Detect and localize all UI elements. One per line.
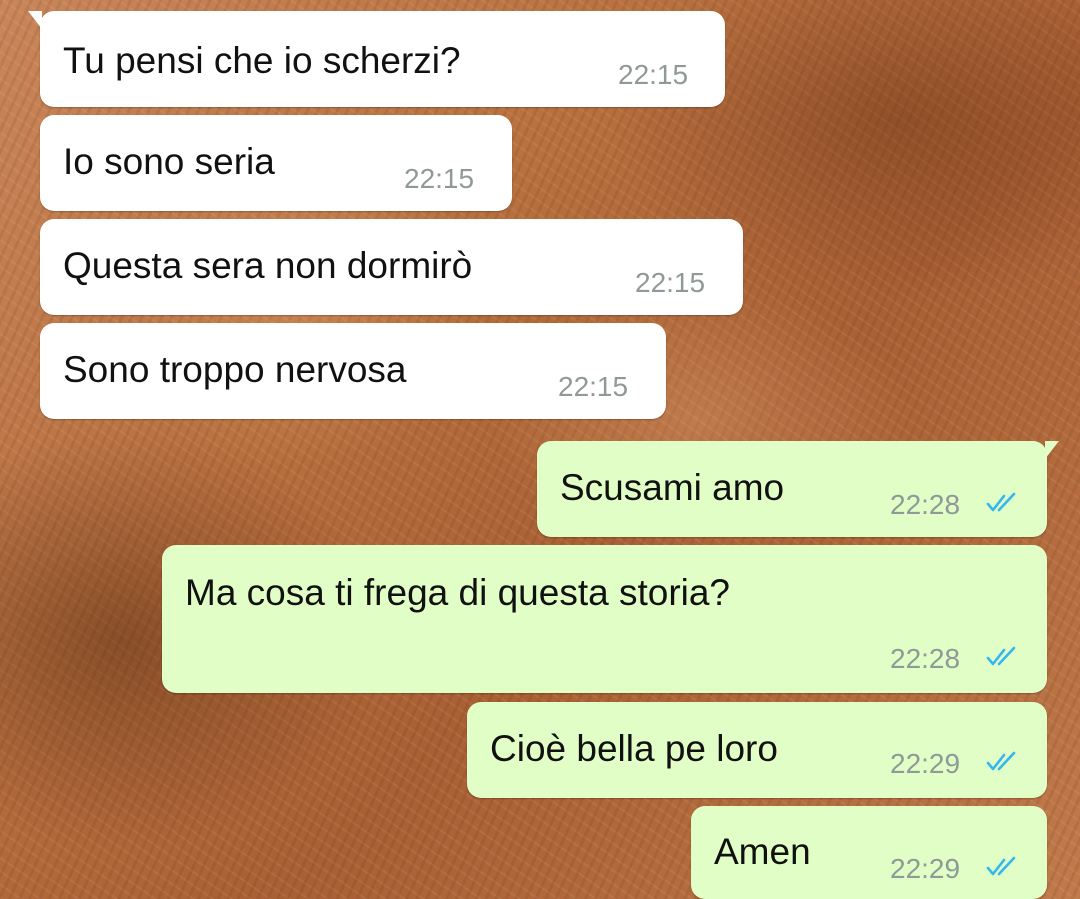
message-bubble-incoming[interactable]: Tu pensi che io scherzi? 22:15 [28,11,725,107]
message-timestamp: 22:15 [618,59,689,90]
message-timestamp: 22:15 [404,163,475,194]
double-check-icon [986,751,1016,771]
message-text: Questa sera non dormirò [63,245,473,286]
message-text: Amen [714,831,811,872]
message-timestamp: 22:15 [558,371,629,402]
message-timestamp: 22:15 [635,267,706,298]
message-timestamp: 22:29 [890,748,961,779]
message-text: Ma cosa ti frega di questa storia? [185,572,731,613]
double-check-icon [986,856,1016,876]
message-bubble-outgoing[interactable]: Cioè bella pe loro 22:29 [467,702,1047,798]
message-text: Cioè bella pe loro [490,728,778,769]
message-bubble-incoming[interactable]: Questa sera non dormirò 22:15 [40,219,743,315]
double-check-icon [986,492,1016,512]
message-timestamp: 22:29 [890,853,961,884]
message-text: Tu pensi che io scherzi? [63,40,461,81]
message-text: Sono troppo nervosa [63,349,407,390]
message-bubble-outgoing[interactable]: Ma cosa ti frega di questa storia? 22:28 [162,545,1047,693]
bubble-tail [28,11,42,29]
message-bubble-outgoing[interactable]: Amen 22:29 [691,806,1047,899]
bubble-tail [1045,441,1059,459]
message-timestamp: 22:28 [890,643,961,674]
message-bubble-outgoing[interactable]: Scusami amo 22:28 [537,441,1059,537]
message-text: Io sono seria [63,141,275,182]
message-bubble-incoming[interactable]: Sono troppo nervosa 22:15 [40,323,666,419]
message-bubble-incoming[interactable]: Io sono seria 22:15 [40,115,512,211]
message-timestamp: 22:28 [890,489,961,520]
message-text: Scusami amo [560,467,785,508]
double-check-icon [986,646,1016,666]
